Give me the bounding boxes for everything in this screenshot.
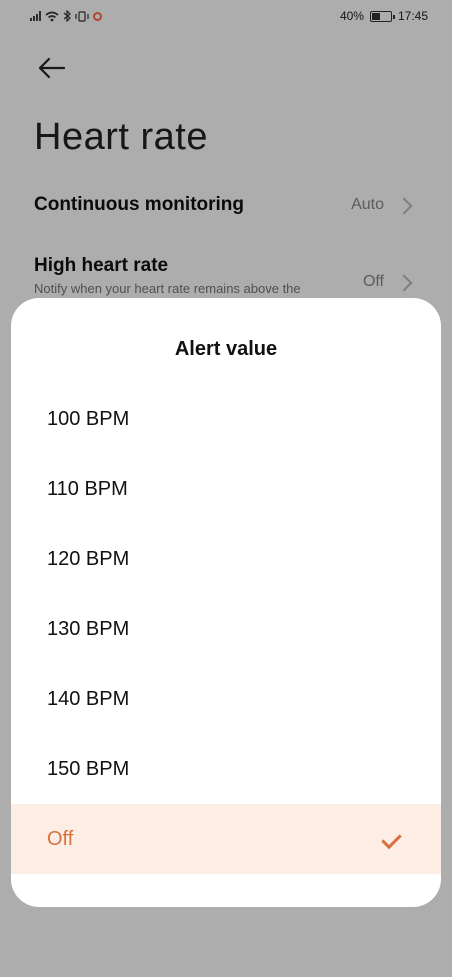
option-off[interactable]: Off bbox=[11, 804, 441, 874]
option-120-bpm[interactable]: 120 BPM bbox=[11, 524, 441, 594]
check-icon bbox=[381, 828, 402, 850]
option-label: 100 BPM bbox=[47, 407, 130, 430]
option-130-bpm[interactable]: 130 BPM bbox=[11, 594, 441, 664]
option-140-bpm[interactable]: 140 BPM bbox=[11, 664, 441, 734]
alert-value-sheet: Alert value 100 BPM 110 BPM 120 BPM 130 … bbox=[11, 298, 441, 907]
option-label: 130 BPM bbox=[47, 617, 130, 640]
option-label: Off bbox=[47, 827, 74, 850]
option-label: 140 BPM bbox=[47, 687, 130, 710]
option-150-bpm[interactable]: 150 BPM bbox=[11, 734, 441, 804]
option-110-bpm[interactable]: 110 BPM bbox=[11, 454, 441, 524]
option-label: 110 BPM bbox=[47, 477, 128, 500]
option-label: 150 BPM bbox=[47, 757, 130, 780]
sheet-title: Alert value bbox=[174, 338, 278, 360]
option-100-bpm[interactable]: 100 BPM bbox=[11, 384, 441, 454]
option-label: 120 BPM bbox=[47, 547, 130, 570]
